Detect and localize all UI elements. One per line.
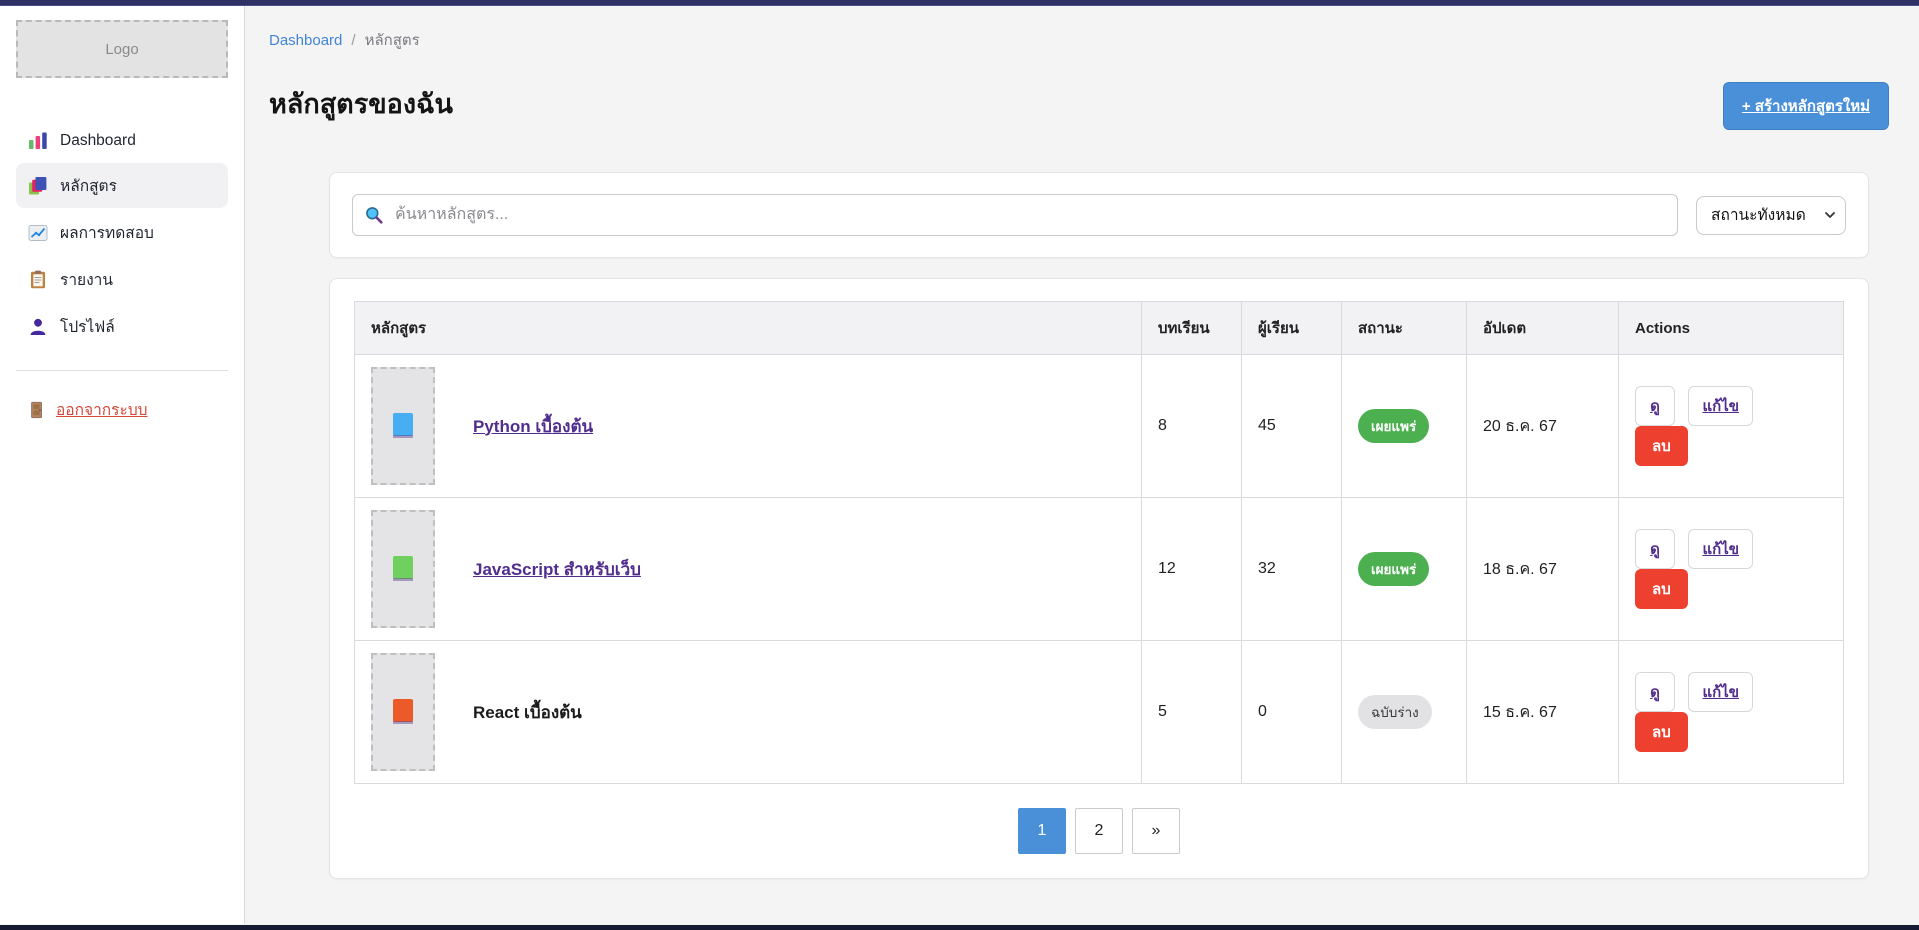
sidebar-item-dashboard[interactable]: Dashboard: [16, 121, 228, 161]
app-frame: Logo Dashboard หลักสูตร ผลการทดสอบ รายงา…: [0, 6, 1919, 924]
updated-date: 20 ธ.ค. 67: [1467, 355, 1619, 498]
status-filter-select[interactable]: สถานะทั้งหมด: [1696, 196, 1846, 235]
sidebar: Logo Dashboard หลักสูตร ผลการทดสอบ รายงา…: [0, 6, 245, 924]
person-icon: [28, 317, 48, 337]
create-course-button[interactable]: + สร้างหลักสูตรใหม่: [1723, 82, 1889, 130]
course-title-link[interactable]: Python เบื้องต้น: [473, 413, 593, 440]
learners-count: 32: [1242, 498, 1342, 641]
breadcrumb-current: หลักสูตร: [365, 32, 420, 49]
content-cards: สถานะทั้งหมด หลักสูตร บทเรียน: [329, 172, 1869, 879]
breadcrumb-separator: /: [351, 32, 355, 49]
courses-table: หลักสูตร บทเรียน ผู้เรียน สถานะ อัปเดต A…: [354, 301, 1844, 784]
course-title-text: React เบื้องต้น: [473, 699, 582, 726]
sidebar-nav: Dashboard หลักสูตร ผลการทดสอบ รายงาน โปร…: [16, 120, 228, 350]
page-title: หลักสูตรของฉัน: [269, 82, 453, 125]
courses-table-card: หลักสูตร บทเรียน ผู้เรียน สถานะ อัปเดต A…: [329, 278, 1869, 879]
col-header-actions: Actions: [1619, 302, 1844, 355]
logo-placeholder: Logo: [16, 20, 228, 78]
table-row: Python เบื้องต้น 8 45 เผยแพร่ 20 ธ.ค. 67…: [355, 355, 1844, 498]
col-header-learners: ผู้เรียน: [1242, 302, 1342, 355]
filter-card: สถานะทั้งหมด: [329, 172, 1869, 258]
breadcrumb-dashboard-link[interactable]: Dashboard: [269, 32, 342, 49]
pagination: 12»: [354, 808, 1844, 854]
clipboard-icon: [28, 270, 48, 290]
book-icon: [393, 556, 413, 582]
pagination-page-1[interactable]: 1: [1018, 808, 1066, 854]
bar-chart-icon: [28, 131, 48, 151]
sidebar-item-label: หลักสูตร: [60, 173, 117, 198]
table-row: JavaScript สำหรับเว็บ 12 32 เผยแพร่ 18 ธ…: [355, 498, 1844, 641]
sidebar-divider: [16, 370, 228, 371]
course-title-link[interactable]: JavaScript สำหรับเว็บ: [473, 556, 641, 583]
sidebar-item-label: ผลการทดสอบ: [60, 220, 154, 245]
sidebar-item-label: โปรไฟล์: [60, 314, 115, 339]
delete-button[interactable]: ลบ: [1635, 569, 1688, 609]
book-icon: [393, 699, 413, 725]
col-header-lessons: บทเรียน: [1142, 302, 1242, 355]
sidebar-item-profile[interactable]: โปรไฟล์: [16, 304, 228, 349]
lessons-count: 5: [1142, 641, 1242, 784]
line-chart-icon: [28, 223, 48, 243]
delete-button[interactable]: ลบ: [1635, 426, 1688, 466]
learners-count: 45: [1242, 355, 1342, 498]
updated-date: 15 ธ.ค. 67: [1467, 641, 1619, 784]
search-icon: [364, 205, 384, 225]
search-input[interactable]: [352, 194, 1678, 236]
view-button[interactable]: ดู: [1635, 386, 1675, 426]
pagination-next-button[interactable]: »: [1132, 808, 1180, 854]
edit-button[interactable]: แก้ไข: [1688, 672, 1753, 712]
course-thumbnail-placeholder: [371, 653, 435, 771]
search-field-wrapper: [352, 194, 1678, 236]
updated-date: 18 ธ.ค. 67: [1467, 498, 1619, 641]
door-icon: [28, 401, 46, 419]
sidebar-item-label: รายงาน: [60, 267, 113, 292]
bottom-accent-bar: [0, 925, 1919, 930]
books-icon: [28, 176, 48, 196]
learners-count: 0: [1242, 641, 1342, 784]
view-button[interactable]: ดู: [1635, 529, 1675, 569]
status-badge: ฉบับร่าง: [1358, 695, 1432, 729]
status-filter-wrapper: สถานะทั้งหมด: [1696, 196, 1846, 235]
col-header-updated: อัปเดต: [1467, 302, 1619, 355]
logout-link[interactable]: ออกจากระบบ: [28, 397, 148, 422]
breadcrumb: Dashboard / หลักสูตร: [269, 28, 1889, 52]
sidebar-item-courses[interactable]: หลักสูตร: [16, 163, 228, 208]
status-badge: เผยแพร่: [1358, 409, 1429, 443]
edit-button[interactable]: แก้ไข: [1688, 386, 1753, 426]
main-content: Dashboard / หลักสูตร หลักสูตรของฉัน + สร้า…: [245, 6, 1919, 924]
sidebar-item-reports[interactable]: รายงาน: [16, 257, 228, 302]
courses-table-body: Python เบื้องต้น 8 45 เผยแพร่ 20 ธ.ค. 67…: [355, 355, 1844, 784]
col-header-course: หลักสูตร: [355, 302, 1142, 355]
view-button[interactable]: ดู: [1635, 672, 1675, 712]
table-row: React เบื้องต้น 5 0 ฉบับร่าง 15 ธ.ค. 67 …: [355, 641, 1844, 784]
col-header-status: สถานะ: [1342, 302, 1467, 355]
course-thumbnail-placeholder: [371, 510, 435, 628]
edit-button[interactable]: แก้ไข: [1688, 529, 1753, 569]
page-header: หลักสูตรของฉัน + สร้างหลักสูตรใหม่: [269, 82, 1889, 130]
pagination-page-2[interactable]: 2: [1075, 808, 1123, 854]
lessons-count: 8: [1142, 355, 1242, 498]
table-header-row: หลักสูตร บทเรียน ผู้เรียน สถานะ อัปเดต A…: [355, 302, 1844, 355]
status-badge: เผยแพร่: [1358, 552, 1429, 586]
course-thumbnail-placeholder: [371, 367, 435, 485]
lessons-count: 12: [1142, 498, 1242, 641]
book-icon: [393, 413, 413, 439]
sidebar-item-label: Dashboard: [60, 132, 136, 150]
logout-label: ออกจากระบบ: [56, 397, 148, 422]
delete-button[interactable]: ลบ: [1635, 712, 1688, 752]
sidebar-item-test-results[interactable]: ผลการทดสอบ: [16, 210, 228, 255]
